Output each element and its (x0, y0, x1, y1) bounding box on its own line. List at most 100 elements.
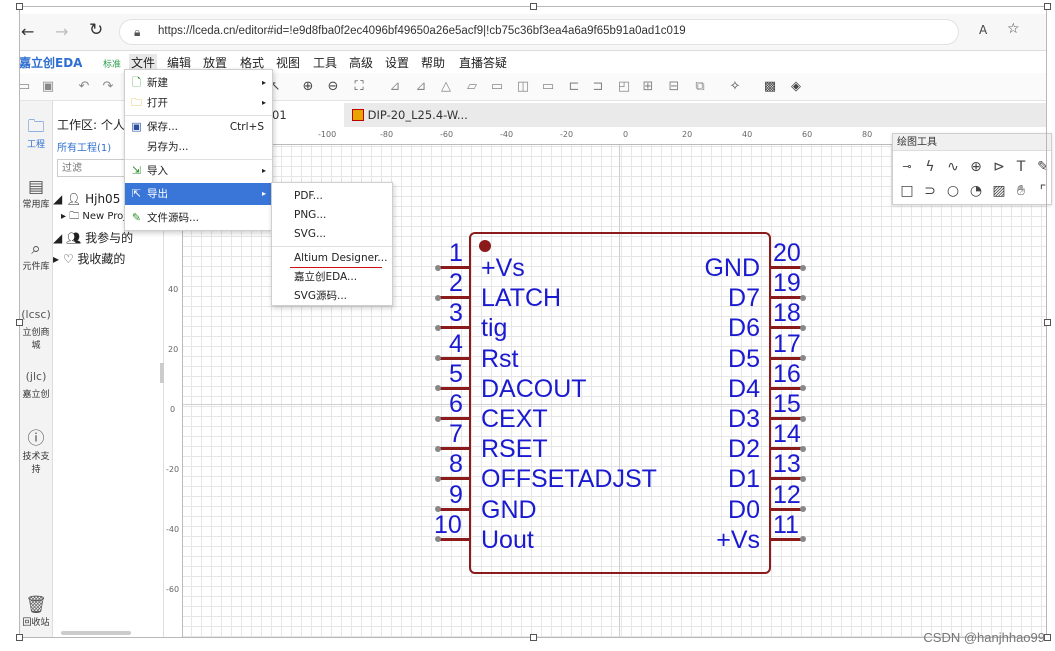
menu-tools[interactable]: 工具 (313, 54, 337, 71)
back-icon[interactable]: ← (21, 22, 34, 41)
ungroup-icon[interactable]: ⊐ (589, 78, 607, 96)
layer-icon[interactable]: ◰ (615, 78, 633, 96)
pin-endpoint[interactable] (800, 264, 806, 271)
align-top-icon[interactable]: ▱ (463, 78, 481, 96)
all-projects-link[interactable]: 所有工程(1) (57, 139, 111, 154)
read-aloud-icon[interactable]: A (979, 23, 987, 37)
menu-live-qa[interactable]: 直播答疑 (459, 54, 507, 71)
pencil-icon: ✎ (131, 211, 142, 224)
rail-trash[interactable]: 🗑︎ 回收站 (19, 595, 53, 628)
save-icon[interactable]: ▣ (39, 78, 57, 96)
resize-handle[interactable] (1044, 319, 1051, 326)
fit-view-icon[interactable]: ⛶ (350, 78, 368, 96)
wire-icon[interactable]: ⊸ (897, 158, 917, 176)
picture-icon[interactable]: ▨ (989, 182, 1009, 200)
ruler-top-label: 20 (682, 130, 693, 139)
arc-icon[interactable]: ⊕ (966, 158, 986, 176)
table-icon[interactable]: ⊟ (665, 78, 683, 96)
group-icon[interactable]: ⊏ (565, 78, 583, 96)
menu-item-save-as[interactable]: 另存为... (125, 136, 272, 158)
undo-icon[interactable]: ↶ (75, 78, 93, 96)
menu-item-open[interactable]: 🗀︎ 打开 ▸ (125, 92, 272, 114)
tab-footprint-label: DIP-20_L25.4-W... (367, 108, 468, 122)
panel-scrollbar[interactable] (61, 631, 131, 635)
copy-icon[interactable]: ⧉ (691, 78, 709, 96)
rail-lcsc-store-label: 立创商城 (22, 328, 50, 351)
polygon-icon[interactable]: ⊃ (920, 182, 940, 200)
menu-item-import[interactable]: ⇲ 导入 ▸ (125, 160, 272, 182)
arrow-icon[interactable]: ⊳ (989, 158, 1009, 176)
pin-endpoint[interactable] (435, 324, 441, 331)
url-bar[interactable]: 🔒︎ https://lceda.cn/editor#id=!e9d8fba0f… (119, 19, 959, 45)
text-icon[interactable]: T (1011, 158, 1031, 176)
favorite-star-icon[interactable]: ☆ (1007, 21, 1020, 37)
resize-handle[interactable] (16, 634, 23, 641)
resize-handle[interactable] (530, 634, 537, 641)
menu-item-export[interactable]: ⇱ 导出 ▸ (125, 183, 272, 205)
rail-support[interactable]: ⓘ 技术支持 (19, 429, 53, 475)
polyline-icon[interactable]: ϟ (920, 158, 940, 176)
magic-icon[interactable]: ✧ (726, 78, 744, 96)
resize-handle[interactable] (16, 319, 23, 326)
menu-item-source[interactable]: ✎ 文件源码... (125, 207, 272, 229)
image-icon[interactable]: ▩ (761, 78, 779, 96)
tree-item-participated[interactable]: ◢ 👥︎ 我参与的 (53, 229, 133, 246)
export-svg[interactable]: SVG... (272, 223, 392, 245)
resize-handle[interactable] (16, 3, 23, 10)
redo-icon[interactable]: ↷ (99, 78, 117, 96)
pin-name: tig (481, 314, 508, 343)
menu-item-new-label: 新建 (147, 77, 168, 89)
tab-footprint[interactable]: DIP-20_L25.4-W... (344, 103, 494, 127)
align-left-icon[interactable]: ⊿ (386, 78, 404, 96)
tree-item-favorites[interactable]: ▸ ♡ 我收藏的 (53, 250, 125, 267)
align-center-icon[interactable]: ⊿ (412, 78, 430, 96)
resize-handle[interactable] (1044, 634, 1051, 641)
pin-endpoint[interactable] (435, 445, 441, 452)
pin-endpoint[interactable] (435, 294, 441, 301)
pin-endpoint[interactable] (800, 324, 806, 331)
distribute-v-icon[interactable]: ▭ (539, 78, 557, 96)
menu-advanced[interactable]: 高级 (349, 54, 373, 71)
align-right-icon[interactable]: △ (437, 78, 455, 96)
pin-endpoint[interactable] (435, 475, 441, 482)
resize-handle[interactable] (530, 3, 537, 10)
pin-endpoint[interactable] (800, 475, 806, 482)
pie-icon[interactable]: ◔ (966, 182, 986, 200)
menu-help[interactable]: 帮助 (421, 54, 445, 71)
rail-common-lib[interactable]: ▤ 常用库 (19, 177, 53, 210)
lcsc-icon: (lcsc) (21, 308, 51, 321)
menu-view[interactable]: 视图 (276, 54, 300, 71)
open-icon[interactable]: ▭ (15, 78, 33, 96)
pen-icon[interactable]: ✎ (1033, 158, 1053, 176)
corner-icon[interactable]: ⌜ (1033, 182, 1053, 200)
bezier-icon[interactable]: ∿ (943, 158, 963, 176)
zoom-out-icon[interactable]: ⊖ (324, 78, 342, 96)
resize-handle[interactable] (1044, 3, 1051, 10)
distribute-h-icon[interactable]: ◫ (514, 78, 532, 96)
reload-icon[interactable]: ↻ (89, 20, 103, 40)
forward-icon[interactable]: → (55, 22, 68, 41)
menu-item-save[interactable]: ▣ 保存... Ctrl+S (125, 116, 272, 138)
url-text[interactable]: https://lceda.cn/editor#id=!e9d8fba0f2ec… (158, 25, 686, 37)
pin-endpoint[interactable] (800, 294, 806, 301)
menu-item-new[interactable]: 🗋︎ 新建 ▸ (125, 72, 272, 94)
grid-icon[interactable]: ⊞ (639, 78, 657, 96)
align-bottom-icon[interactable]: ▭ (488, 78, 506, 96)
tree-item-new-project[interactable]: ▸ 🗀︎ New Proj (61, 209, 126, 226)
rail-projects[interactable]: 🗀︎ 工程 (19, 117, 53, 150)
pin-number: 17 (773, 329, 801, 358)
circle-icon[interactable]: ○ (943, 182, 963, 200)
rectangle-icon[interactable]: □ (897, 182, 917, 200)
hand-icon[interactable]: ✋︎ (1011, 182, 1031, 200)
export-svg-source[interactable]: SVG源码... (272, 285, 392, 307)
pin-endpoint[interactable] (435, 264, 441, 271)
rail-jlc[interactable]: (jlc) 嘉立创 (19, 367, 53, 400)
rail-components[interactable]: ⌕ 元件库 (19, 239, 53, 272)
workspace-label[interactable]: 工作区: 个人 (57, 116, 125, 133)
rail-lcsc-store[interactable]: (lcsc) 立创商城 (19, 305, 53, 351)
tree-item-hjh05[interactable]: ◢ 👤︎ Hjh05 (53, 192, 120, 206)
menu-settings[interactable]: 设置 (385, 54, 409, 71)
zoom-in-icon[interactable]: ⊕ (299, 78, 317, 96)
layers-icon[interactable]: ◈ (787, 78, 805, 96)
pin-endpoint[interactable] (435, 415, 441, 422)
